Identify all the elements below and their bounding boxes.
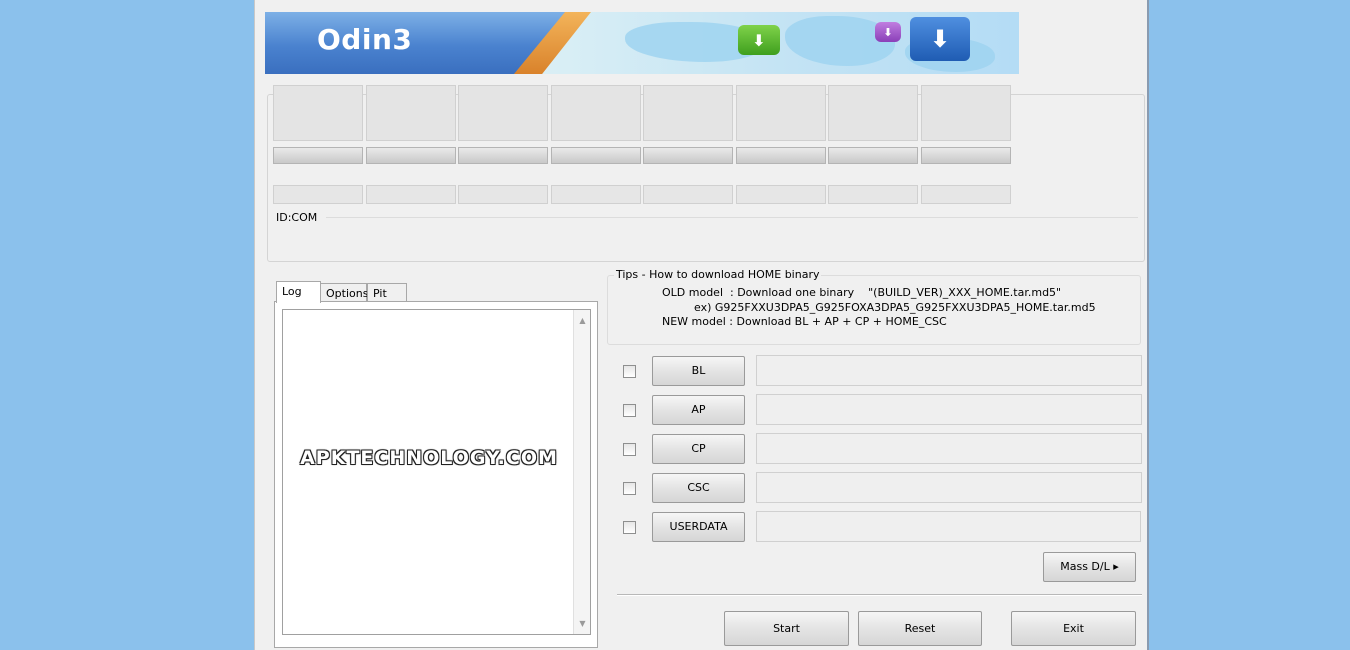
csc-path-field[interactable] [756, 472, 1142, 503]
port-com-cell [273, 185, 363, 204]
userdata-path-field[interactable] [756, 511, 1141, 542]
tip-old-model: OLD model : Download one binary "(BUILD_… [662, 286, 1062, 299]
exit-button[interactable]: Exit [1011, 611, 1136, 646]
userdata-button[interactable]: USERDATA [652, 512, 745, 542]
id-com-label: ID:COM [276, 211, 318, 224]
port-status-cell [828, 85, 918, 141]
download-icon-blue: ⬇ [910, 17, 970, 61]
port-status-cell [736, 85, 826, 141]
port-status-cell [273, 85, 363, 141]
port-status-cell [366, 85, 456, 141]
port-progress-bar [736, 147, 826, 164]
mass-dl-button[interactable]: Mass D/L ▸ [1043, 552, 1136, 582]
odin3-banner: Odin3 ⬇ ⬇ ⬇ [265, 12, 1019, 74]
start-button[interactable]: Start [724, 611, 849, 646]
bl-path-field[interactable] [756, 355, 1142, 386]
port-progress-bar [921, 147, 1011, 164]
tab-log[interactable]: Log [276, 281, 321, 303]
ap-checkbox[interactable] [623, 404, 636, 417]
tip-example: ex) G925FXXU3DPA5_G925FOXA3DPA5_G925FXXU… [694, 301, 1096, 314]
ap-button[interactable]: AP [652, 395, 745, 425]
scroll-down-arrow-icon[interactable]: ▼ [574, 615, 591, 632]
port-progress-bar [551, 147, 641, 164]
bl-checkbox[interactable] [623, 365, 636, 378]
reset-button[interactable]: Reset [858, 611, 982, 646]
port-progress-bar [643, 147, 733, 164]
tip-new-model: NEW model : Download BL + AP + CP + HOME… [662, 315, 947, 328]
port-com-cell [921, 185, 1011, 204]
cp-path-field[interactable] [756, 433, 1142, 464]
port-status-cell [551, 85, 641, 141]
bl-button[interactable]: BL [652, 356, 745, 386]
log-scrollbar[interactable]: ▲ ▼ [573, 310, 590, 634]
port-progress-bar [366, 147, 456, 164]
download-icon-green: ⬇ [738, 25, 780, 55]
banner-title: Odin3 [317, 23, 413, 56]
cp-checkbox[interactable] [623, 443, 636, 456]
cp-button[interactable]: CP [652, 434, 745, 464]
port-com-cell [458, 185, 548, 204]
port-status-cell [921, 85, 1011, 141]
port-com-cell [366, 185, 456, 204]
log-tab-panel: APKTECHNOLOGY.COM ▲ ▼ [274, 301, 598, 648]
userdata-checkbox[interactable] [623, 521, 636, 534]
port-com-cell [643, 185, 733, 204]
csc-checkbox[interactable] [623, 482, 636, 495]
ap-path-field[interactable] [756, 394, 1142, 425]
port-com-cell [828, 185, 918, 204]
tips-title: Tips - How to download HOME binary [614, 268, 822, 281]
port-status-group: ID:COM [267, 85, 1145, 262]
port-progress-bar [458, 147, 548, 164]
port-progress-bar [828, 147, 918, 164]
csc-button[interactable]: CSC [652, 473, 745, 503]
tab-options[interactable]: Options [320, 283, 368, 302]
port-status-cell [643, 85, 733, 141]
tab-pit[interactable]: Pit [367, 283, 407, 302]
port-com-cell [551, 185, 641, 204]
log-output[interactable]: APKTECHNOLOGY.COM ▲ ▼ [282, 309, 591, 635]
banner-blue-tab [265, 12, 565, 74]
scroll-up-arrow-icon[interactable]: ▲ [574, 312, 591, 329]
action-separator [617, 594, 1142, 596]
id-com-divider [326, 217, 1138, 218]
watermark-text: APKTECHNOLOGY.COM [300, 447, 558, 469]
odin3-window: Odin3 ⬇ ⬇ ⬇ ID:COM Log Options Pit APKTE… [254, 0, 1149, 650]
port-progress-bar [273, 147, 363, 164]
port-status-cell [458, 85, 548, 141]
port-com-cell [736, 185, 826, 204]
download-icon-purple: ⬇ [875, 22, 901, 42]
